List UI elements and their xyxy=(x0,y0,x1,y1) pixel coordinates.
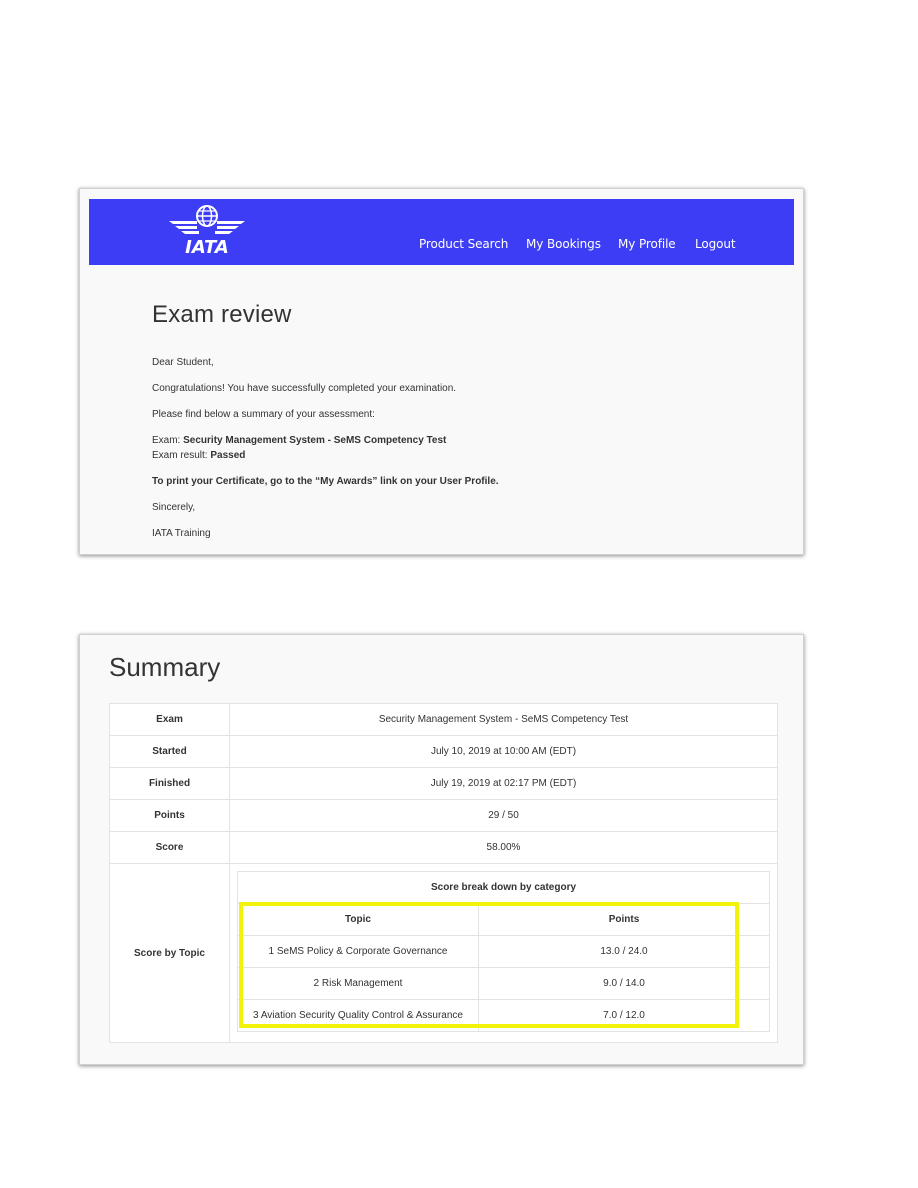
exam-line: Exam: Security Management System - SeMS … xyxy=(152,435,446,446)
iata-logo[interactable]: IATA xyxy=(167,203,247,257)
topic-row: 3 Aviation Security Quality Control & As… xyxy=(237,999,770,1032)
exam-review-card: IATA Product Search My Bookings My Profi… xyxy=(79,188,804,555)
row-value-finished: July 19, 2019 at 02:17 PM (EDT) xyxy=(229,767,778,800)
topic-name: 1 SeMS Policy & Corporate Governance xyxy=(237,935,479,968)
table-row-score-by-topic: Score by Topic Score break down by categ… xyxy=(109,863,778,1043)
row-label-exam: Exam xyxy=(109,703,230,736)
result-label: Exam result: xyxy=(152,450,211,461)
score-breakdown-table: Score break down by category Topic Point… xyxy=(237,871,770,1032)
row-label-started: Started xyxy=(109,735,230,768)
topic-points: 9.0 / 14.0 xyxy=(478,967,770,1000)
svg-text:IATA: IATA xyxy=(185,237,229,257)
topic-name: 3 Aviation Security Quality Control & As… xyxy=(237,999,479,1032)
topic-points: 7.0 / 12.0 xyxy=(478,999,770,1032)
congrats-text: Congratulations! You have successfully c… xyxy=(152,383,457,394)
result-value: Passed xyxy=(210,450,246,461)
row-label-finished: Finished xyxy=(109,767,230,800)
row-label-score-by-topic: Score by Topic xyxy=(109,863,230,1043)
summary-title: Summary xyxy=(109,652,221,682)
nav-my-profile[interactable]: My Profile xyxy=(618,237,676,251)
nav-logout[interactable]: Logout xyxy=(695,237,736,251)
review-content: Exam review Dear Student, Congratulation… xyxy=(152,301,752,539)
breakdown-title: Score break down by category xyxy=(237,871,770,904)
sincerely-text: Sincerely, xyxy=(152,502,196,513)
summary-intro-text: Please find below a summary of your asse… xyxy=(152,409,375,420)
greeting-text: Dear Student, xyxy=(152,357,214,368)
page-title: Exam review xyxy=(152,301,292,328)
table-row: Exam Security Management System - SeMS C… xyxy=(109,703,778,736)
score-breakdown-cell: Score break down by category Topic Point… xyxy=(229,863,778,1043)
topic-row: 2 Risk Management 9.0 / 14.0 xyxy=(237,967,770,1000)
topic-name: 2 Risk Management xyxy=(237,967,479,1000)
row-value-exam: Security Management System - SeMS Compet… xyxy=(229,703,778,736)
row-value-started: July 10, 2019 at 10:00 AM (EDT) xyxy=(229,735,778,768)
row-label-points: Points xyxy=(109,799,230,832)
site-header: IATA Product Search My Bookings My Profi… xyxy=(89,199,794,265)
table-row: Points 29 / 50 xyxy=(109,799,778,832)
topic-column-header: Topic xyxy=(237,903,479,936)
topic-row: 1 SeMS Policy & Corporate Governance 13.… xyxy=(237,935,770,968)
table-row: Finished July 19, 2019 at 02:17 PM (EDT) xyxy=(109,767,778,800)
signature-text: IATA Training xyxy=(152,528,211,539)
nav-product-search[interactable]: Product Search xyxy=(419,237,508,251)
summary-table: Exam Security Management System - SeMS C… xyxy=(109,703,778,1043)
result-line: Exam result: Passed xyxy=(152,450,245,461)
exam-label: Exam: xyxy=(152,435,184,446)
exam-name: Security Management System - SeMS Compet… xyxy=(183,435,447,446)
row-label-score: Score xyxy=(109,831,230,864)
topic-points: 13.0 / 24.0 xyxy=(478,935,770,968)
points-column-header: Points xyxy=(478,903,770,936)
summary-card: Summary Exam Security Management System … xyxy=(79,634,804,1065)
row-value-score: 58.00% xyxy=(229,831,778,864)
row-value-points: 29 / 50 xyxy=(229,799,778,832)
table-row: Started July 10, 2019 at 10:00 AM (EDT) xyxy=(109,735,778,768)
table-row: Score 58.00% xyxy=(109,831,778,864)
print-certificate-note: To print your Certificate, go to the “My… xyxy=(152,476,499,487)
nav-my-bookings[interactable]: My Bookings xyxy=(526,237,601,251)
